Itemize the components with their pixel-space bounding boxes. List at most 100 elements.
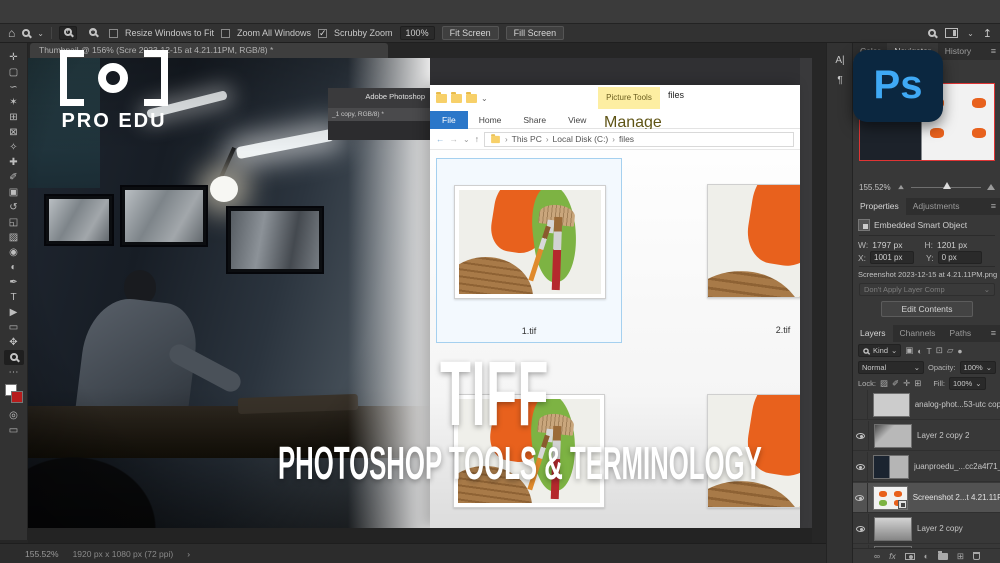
visibility-toggle[interactable]: [853, 390, 868, 420]
panel-menu-icon[interactable]: ≡: [991, 43, 1000, 60]
add-mask-icon[interactable]: [905, 553, 915, 560]
visibility-toggle[interactable]: [853, 514, 869, 544]
screen-mode-icon[interactable]: ▭: [4, 423, 24, 438]
layer-name[interactable]: Layer 2 copy 2: [917, 431, 969, 440]
tab-adjustments[interactable]: Adjustments: [906, 198, 967, 215]
hand-tool-icon[interactable]: ✥: [4, 335, 24, 350]
pen-tool-icon[interactable]: ✒: [4, 275, 24, 290]
resize-windows-checkbox[interactable]: [109, 29, 118, 38]
slider-handle[interactable]: [943, 182, 951, 189]
layer-thumbnail[interactable]: [874, 424, 912, 448]
quick-mask-icon[interactable]: ◎: [4, 408, 24, 423]
status-chevron-icon[interactable]: ›: [187, 549, 190, 559]
workspace-icon[interactable]: [945, 28, 958, 38]
clone-stamp-tool-icon[interactable]: ▣: [4, 185, 24, 200]
filter-shape-icon[interactable]: ⊡: [936, 345, 943, 356]
marquee-tool-icon[interactable]: ▢: [4, 65, 24, 80]
layer-row-layer2copy2[interactable]: Layer 2 copy 2: [853, 421, 1000, 451]
zoom-tool-icon[interactable]: [22, 29, 30, 37]
blur-tool-icon[interactable]: ◉: [4, 245, 24, 260]
tab-channels[interactable]: Channels: [893, 325, 943, 342]
zoom-all-windows-checkbox[interactable]: [221, 29, 230, 38]
layer-effects-icon[interactable]: fx: [889, 551, 896, 561]
filter-smart-object-icon[interactable]: ▱: [947, 345, 954, 356]
character-panel-icon[interactable]: A|: [827, 51, 853, 71]
layer-row-screenshot[interactable]: Screenshot 2...t 4.21.11PM: [853, 483, 1000, 513]
visibility-toggle[interactable]: [853, 452, 868, 482]
brush-tool-icon[interactable]: ✐: [4, 170, 24, 185]
panel-menu-icon[interactable]: ≡: [991, 325, 1000, 342]
filter-type-icon[interactable]: T: [926, 346, 931, 356]
zoom-out-button[interactable]: [84, 26, 102, 40]
layer-row-analog[interactable]: analog-phot...53-utc copy: [853, 390, 1000, 420]
workspace-caret-icon[interactable]: ⌄: [967, 29, 974, 38]
zoom-tool-button[interactable]: [4, 350, 24, 365]
lock-move-icon[interactable]: ✛: [903, 378, 910, 389]
new-layer-icon[interactable]: ⊞: [957, 551, 964, 562]
layer-name[interactable]: analog-phot...53-utc copy: [915, 400, 1000, 409]
y-field[interactable]: 0 px: [938, 251, 982, 264]
layer-name[interactable]: Layer 2 copy: [917, 524, 963, 533]
zoom-percent-field[interactable]: 100%: [400, 26, 435, 40]
object-selection-tool-icon[interactable]: ✶: [4, 95, 24, 110]
layer-thumbnail[interactable]: [873, 393, 909, 417]
eraser-tool-icon[interactable]: ◱: [4, 215, 24, 230]
healing-brush-tool-icon[interactable]: ✚: [4, 155, 24, 170]
link-layers-icon[interactable]: ∞: [874, 551, 880, 561]
crop-tool-icon[interactable]: ⊞: [4, 110, 24, 125]
filter-switch-icon[interactable]: ●: [957, 346, 962, 356]
filter-pixel-icon[interactable]: ▣: [905, 345, 913, 356]
lock-paint-icon[interactable]: ✐: [892, 378, 899, 389]
visibility-toggle[interactable]: [853, 483, 868, 513]
share-icon[interactable]: ↥: [983, 27, 992, 40]
paragraph-panel-icon[interactable]: ¶: [827, 71, 853, 91]
zoom-out-slider-icon[interactable]: [898, 185, 904, 189]
tab-layers[interactable]: Layers: [853, 325, 893, 342]
move-tool-icon[interactable]: ✛: [4, 50, 24, 65]
zoom-in-slider-icon[interactable]: [987, 184, 995, 190]
lasso-tool-icon[interactable]: ∽: [4, 80, 24, 95]
scrubby-zoom-checkbox[interactable]: [318, 29, 327, 38]
background-color-swatch[interactable]: [11, 391, 23, 403]
layer-name[interactable]: Screenshot 2...t 4.21.11PM: [913, 493, 1000, 502]
layer-filter-dropdown[interactable]: Kind ⌄: [858, 344, 901, 357]
color-swatches[interactable]: [4, 384, 24, 404]
status-zoom-value[interactable]: 155.52%: [25, 549, 59, 559]
eyedropper-tool-icon[interactable]: ✧: [4, 140, 24, 155]
delete-layer-icon[interactable]: [973, 552, 980, 560]
layer-row-juanproedu[interactable]: juanproedu_...cc2a4f71_2: [853, 452, 1000, 482]
frame-tool-icon[interactable]: ⊠: [4, 125, 24, 140]
tab-properties[interactable]: Properties: [853, 198, 906, 215]
history-brush-tool-icon[interactable]: ↺: [4, 200, 24, 215]
layer-row-layer2copy[interactable]: Layer 2 copy: [853, 514, 1000, 544]
layer-thumbnail[interactable]: [873, 486, 908, 510]
opacity-dropdown[interactable]: 100% ⌄: [960, 361, 996, 374]
tab-paths[interactable]: Paths: [942, 325, 978, 342]
panel-menu-icon[interactable]: ≡: [991, 198, 1000, 215]
type-tool-icon[interactable]: T: [4, 290, 24, 305]
filter-adjustment-icon[interactable]: ◐: [917, 346, 922, 356]
layer-name[interactable]: juanproedu_...cc2a4f71_2: [914, 462, 1000, 471]
fill-screen-button[interactable]: Fill Screen: [506, 26, 565, 40]
edit-toolbar-icon[interactable]: ⋯: [4, 365, 24, 380]
navigator-zoom-value[interactable]: 155.52%: [859, 183, 891, 192]
shape-tool-icon[interactable]: ▭: [4, 320, 24, 335]
fill-dropdown[interactable]: 100% ⌄: [949, 377, 985, 390]
layer-thumbnail[interactable]: [873, 455, 909, 479]
lock-all-icon[interactable]: ⊞: [914, 378, 921, 389]
layer-comp-dropdown[interactable]: Don't Apply Layer Comp ⌄: [859, 283, 995, 296]
tool-preset-caret-icon[interactable]: ⌄: [37, 29, 44, 38]
navigator-zoom-slider[interactable]: [911, 187, 981, 188]
lock-transparent-icon[interactable]: ▨: [880, 378, 888, 389]
zoom-in-button[interactable]: [59, 26, 77, 40]
dodge-tool-icon[interactable]: ◐: [4, 260, 24, 275]
search-icon[interactable]: [928, 29, 936, 37]
tab-history[interactable]: History: [938, 43, 978, 60]
x-field[interactable]: 1001 px: [870, 251, 914, 264]
home-icon[interactable]: ⌂: [8, 26, 15, 40]
blend-mode-dropdown[interactable]: Normal ⌄: [858, 361, 924, 374]
gradient-tool-icon[interactable]: ▨: [4, 230, 24, 245]
adjustment-layer-icon[interactable]: ◐: [924, 551, 929, 561]
new-group-icon[interactable]: [938, 553, 948, 560]
path-selection-tool-icon[interactable]: ▶: [4, 305, 24, 320]
